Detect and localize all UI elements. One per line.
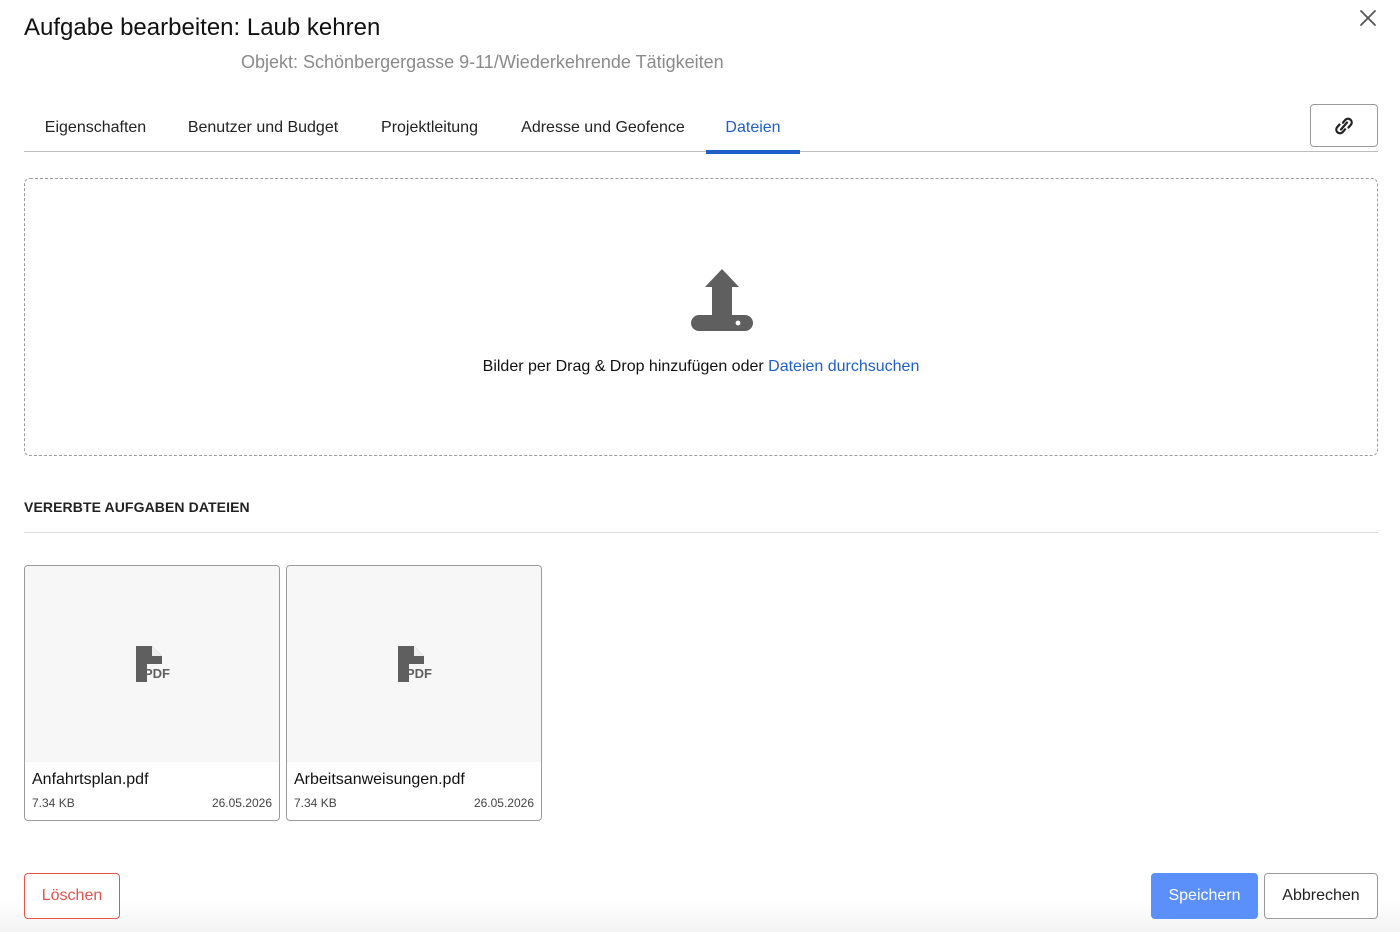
file-date: 26.05.2026: [473, 796, 534, 810]
tab-bar: Eigenschaften Benutzer und Budget Projek…: [24, 104, 1378, 154]
cancel-button[interactable]: Abbrechen: [1264, 873, 1378, 919]
dropzone-text: Bilder per Drag & Drop hinzufügen oder D…: [25, 358, 1377, 376]
tab-eigenschaften[interactable]: Eigenschaften: [24, 104, 167, 152]
close-button[interactable]: [1354, 4, 1382, 32]
file-name: Anfahrtsplan.pdf: [32, 771, 149, 788]
file-name: Arbeitsanweisungen.pdf: [294, 771, 465, 788]
tab-projektleitung[interactable]: Projektleitung: [359, 104, 500, 152]
file-size: 7.34 KB: [32, 796, 75, 810]
close-icon: [1360, 10, 1376, 26]
file-thumbnail: PDF: [287, 566, 541, 762]
file-card[interactable]: PDF Arbeitsanweisungen.pdf 7.34 KB 26.05…: [286, 565, 542, 821]
tab-label: Adresse und Geofence: [521, 119, 685, 136]
tab-dateien[interactable]: Dateien: [706, 104, 800, 154]
save-button[interactable]: Speichern: [1151, 873, 1258, 919]
link-button[interactable]: [1310, 104, 1378, 147]
upload-icon: [691, 269, 753, 331]
delete-button[interactable]: Löschen: [24, 873, 120, 919]
section-divider: [24, 532, 1378, 533]
dialog-title: Aufgabe bearbeiten: Laub kehren: [24, 14, 381, 41]
tab-adresse-und-geofence[interactable]: Adresse und Geofence: [500, 104, 706, 152]
tab-label: Eigenschaften: [44, 119, 147, 136]
file-size: 7.34 KB: [294, 796, 337, 810]
pdf-file-icon: PDF: [398, 646, 432, 682]
tab-benutzer-und-budget[interactable]: Benutzer und Budget: [167, 104, 359, 152]
file-card[interactable]: PDF Anfahrtsplan.pdf 7.34 KB 26.05.2026: [24, 565, 280, 821]
file-date: 26.05.2026: [211, 796, 272, 810]
pdf-file-icon: PDF: [136, 646, 170, 682]
tab-label: Benutzer und Budget: [187, 119, 339, 136]
pdf-label: PDF: [406, 666, 432, 681]
tab-label: Dateien: [725, 119, 781, 136]
dialog-subtitle: Objekt: Schönbergergasse 9-11/Wiederkehr…: [241, 52, 724, 72]
file-dropzone[interactable]: Bilder per Drag & Drop hinzufügen oder D…: [24, 178, 1378, 456]
inherited-files-heading: VERERBTE AUFGABEN DATEIEN: [24, 499, 250, 515]
file-thumbnail: PDF: [25, 566, 279, 762]
dropzone-hint: Bilder per Drag & Drop hinzufügen oder: [482, 358, 769, 375]
link-icon: [1335, 117, 1353, 134]
browse-files-link[interactable]: Dateien durchsuchen: [768, 358, 919, 375]
tab-label: Projektleitung: [381, 119, 478, 136]
pdf-label: PDF: [144, 666, 170, 681]
